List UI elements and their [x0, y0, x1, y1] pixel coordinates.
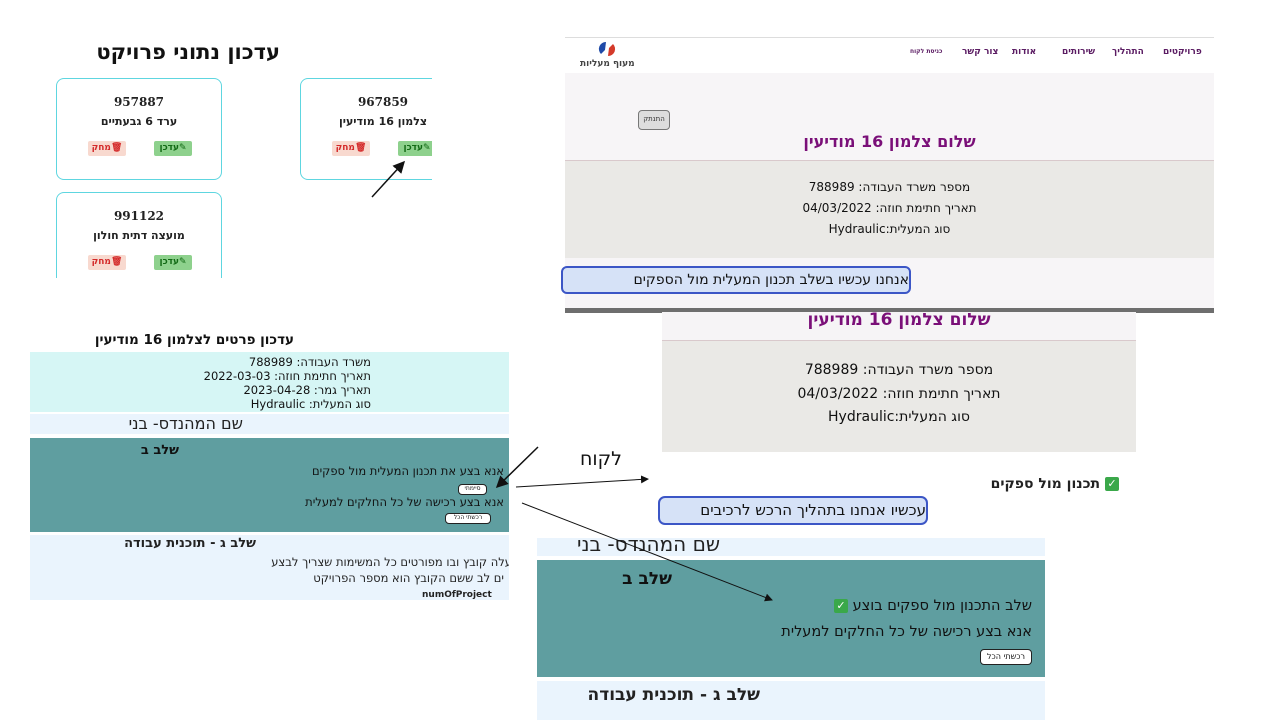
arrow-to-finished — [495, 446, 539, 489]
arrow-to-result — [521, 502, 773, 602]
annotation-arrows — [371, 160, 773, 602]
arrow-to-customer — [515, 475, 649, 488]
arrow-to-update — [371, 160, 406, 198]
